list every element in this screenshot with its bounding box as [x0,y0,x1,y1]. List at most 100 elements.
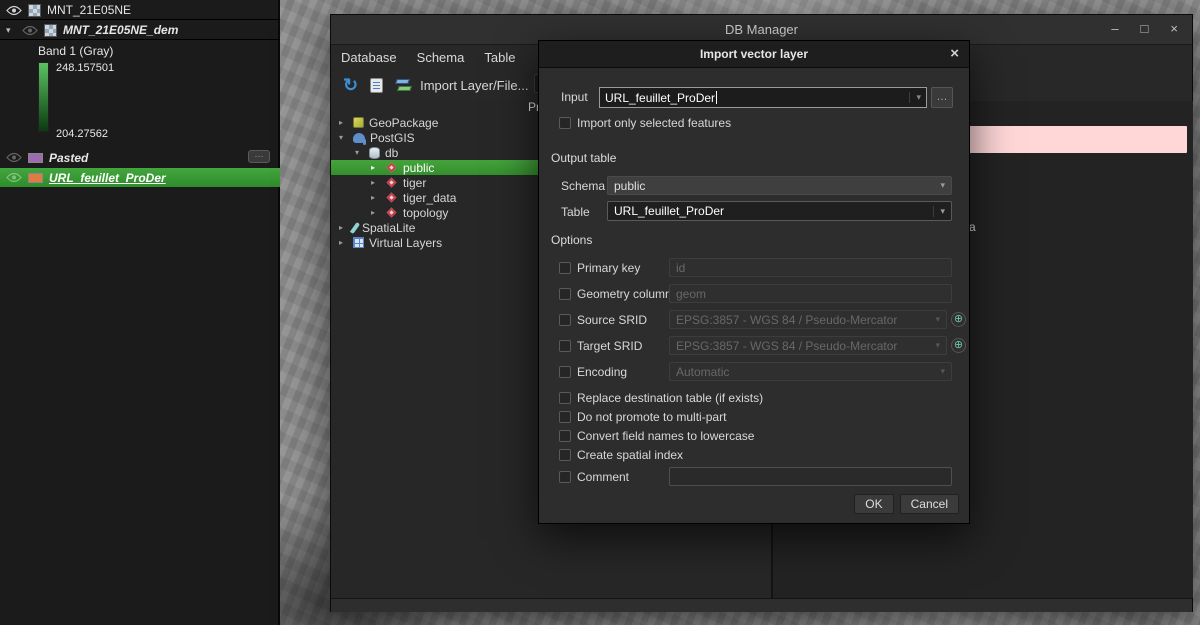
layer-item-url-feuillet[interactable]: URL_feuillet_ProDer [0,168,280,187]
eye-icon[interactable] [6,5,22,16]
lowercase-checkbox[interactable] [559,430,571,442]
chevron-right-icon[interactable]: ▸ [339,223,348,232]
browse-button[interactable]: … [931,87,953,108]
eye-icon[interactable] [6,152,22,163]
spatial-index-checkbox[interactable] [559,449,571,461]
schema-value: public [614,179,645,193]
chevron-down-icon[interactable]: ▾ [6,25,16,36]
source-srid-field: EPSG:3857 - WGS 84 / Pseudo-Mercator ▾ [669,310,947,329]
replace-table-checkbox[interactable] [559,392,571,404]
spatialite-icon [350,221,360,233]
layer-swatch [28,173,43,183]
eye-icon[interactable] [22,25,38,36]
source-crs-picker-globe-icon[interactable]: ⊕ [951,312,966,327]
schema-icon [387,163,397,173]
clipped-text-right: a [969,220,976,234]
layer-label: Pasted [49,151,88,165]
maximize-icon[interactable]: □ [1141,21,1149,36]
primary-key-value: id [676,261,685,275]
layer-indicator-icon[interactable]: ··· [248,150,270,163]
dialog-titlebar[interactable]: Import vector layer × [539,41,969,68]
sql-window-icon[interactable] [370,78,383,93]
layer-item-mnt-dem[interactable]: ▾ MNT_21E05NE_dem [0,21,280,40]
multipart-checkbox[interactable] [559,411,571,423]
table-value: URL_feuillet_ProDer [614,204,724,218]
menu-schema[interactable]: Schema [417,50,465,65]
minimize-icon[interactable]: – [1111,21,1118,36]
layer-label: MNT_21E05NE [47,3,131,17]
import-selected-checkbox[interactable] [559,117,571,129]
layer-item-mnt[interactable]: MNT_21E05NE [0,1,280,20]
import-layer-button[interactable]: Import Layer/File... [420,78,528,93]
cancel-button[interactable]: Cancel [900,494,959,514]
band-label: Band 1 (Gray) [38,44,113,58]
chevron-down-icon[interactable]: ▾ [355,148,364,157]
chevron-right-icon[interactable]: ▸ [339,238,348,247]
target-crs-picker-globe-icon[interactable]: ⊕ [951,338,966,353]
chevron-right-icon[interactable]: ▸ [339,118,348,127]
source-srid-checkbox[interactable] [559,314,571,326]
geometry-column-checkbox[interactable] [559,288,571,300]
comment-checkbox[interactable] [559,471,571,483]
input-combobox[interactable]: URL_feuillet_ProDer ▾ [599,87,927,108]
tree-label: PostGIS [370,131,415,145]
menu-table[interactable]: Table [484,50,515,65]
window-title: DB Manager [331,22,1192,37]
eye-icon[interactable] [6,172,22,183]
target-srid-value: EPSG:3857 - WGS 84 / Pseudo-Mercator [676,339,897,353]
dropdown-icon: ▾ [935,314,940,325]
encoding-checkbox[interactable] [559,366,571,378]
primary-key-label: Primary key [577,261,640,275]
import-selected-label: Import only selected features [577,116,731,130]
tree-label: public [403,161,434,175]
table-combobox[interactable]: URL_feuillet_ProDer ▾ [607,201,952,221]
layer-label: URL_feuillet_ProDer [49,171,166,185]
layers-panel: MNT_21E05NE ▾ MNT_21E05NE_dem Band 1 (Gr… [0,0,280,625]
target-srid-field: EPSG:3857 - WGS 84 / Pseudo-Mercator ▾ [669,336,947,355]
menu-database[interactable]: Database [341,50,397,65]
dropdown-icon: ▾ [935,340,940,351]
target-srid-checkbox[interactable] [559,340,571,352]
comment-label: Comment [577,470,629,484]
virtual-layers-icon [353,237,364,248]
schema-icon [387,178,397,188]
options-section-label: Options [551,233,592,247]
input-label: Input [561,90,588,104]
tree-label: SpatiaLite [362,221,415,235]
comment-field[interactable] [669,467,952,486]
import-layer-icon[interactable] [395,78,412,93]
dialog-title: Import vector layer [700,47,808,61]
ok-button[interactable]: OK [854,494,893,514]
refresh-icon[interactable]: ↻ [343,76,358,94]
close-icon[interactable]: × [950,45,959,62]
layer-label: MNT_21E05NE_dem [63,23,178,37]
band-gradient [38,62,49,132]
encoding-field: Automatic ▾ [669,362,952,381]
chevron-right-icon[interactable]: ▸ [371,178,380,187]
dropdown-icon: ▾ [940,366,945,377]
band-max-value: 248.157501 [56,62,114,74]
tree-label: topology [403,206,448,220]
statusbar [331,598,1192,612]
spatial-index-label: Create spatial index [577,448,683,462]
multipart-label: Do not promote to multi-part [577,410,726,424]
dropdown-icon[interactable]: ▾ [909,92,921,103]
band-min-value: 204.27562 [56,128,108,140]
close-icon[interactable]: × [1170,21,1178,36]
chevron-right-icon[interactable]: ▸ [371,163,380,172]
output-table-section-label: Output table [551,151,616,165]
chevron-down-icon[interactable]: ▾ [339,133,348,142]
raster-layer-icon [28,4,41,17]
target-srid-label: Target SRID [577,339,642,353]
chevron-right-icon[interactable]: ▸ [371,208,380,217]
tree-label: db [385,146,398,160]
text-cursor [716,91,717,104]
schema-dropdown[interactable]: public ▾ [607,176,952,195]
geometry-column-value: geom [676,287,706,301]
tree-label: Virtual Layers [369,236,442,250]
chevron-right-icon[interactable]: ▸ [371,193,380,202]
schema-label: Schema [561,179,605,193]
layer-item-pasted[interactable]: Pasted ··· [0,148,280,167]
import-vector-layer-dialog: Import vector layer × Input URL_feuillet… [538,40,970,524]
primary-key-checkbox[interactable] [559,262,571,274]
